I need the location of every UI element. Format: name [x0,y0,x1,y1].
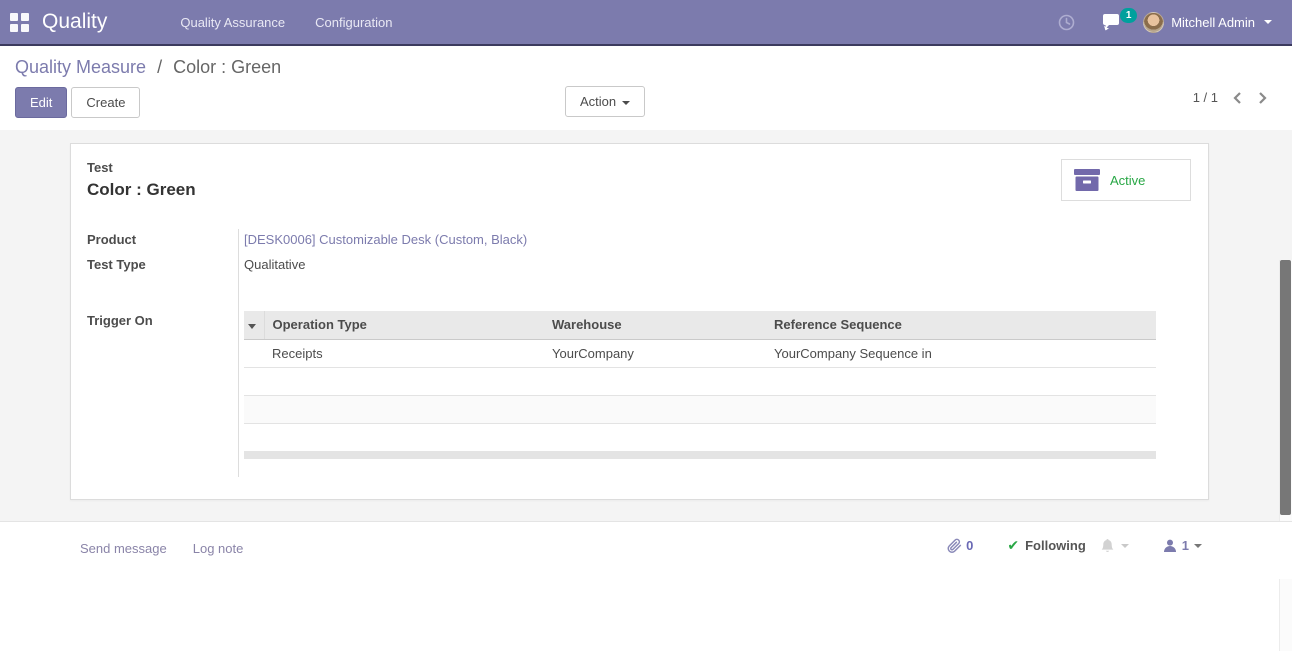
pager-next-button[interactable] [1257,91,1268,105]
product-link[interactable]: [DESK0006] Customizable Desk (Custom, Bl… [244,232,527,247]
apps-grid-icon [10,13,29,32]
chevron-down-icon [1194,544,1202,548]
active-stat-label: Active [1110,173,1145,188]
test-field-label: Test [87,160,113,175]
action-dropdown-button[interactable]: Action [565,86,645,117]
chatter: Send message Log note 0 ✔ Following [0,521,1292,579]
create-button[interactable]: Create [71,87,140,118]
product-field-label: Product [87,232,237,247]
product-field-value: [DESK0006] Customizable Desk (Custom, Bl… [244,232,527,247]
following-button[interactable]: ✔ Following [1007,537,1128,554]
empty-row [244,423,1156,451]
breadcrumb-parent-link[interactable]: Quality Measure [15,57,146,77]
messages-button[interactable]: 1 [1091,7,1131,37]
column-reference-sequence[interactable]: Reference Sequence [766,311,1156,339]
control-panel: Quality Measure / Color : Green Edit Cre… [0,46,1292,130]
vertical-scrollbar-thumb[interactable] [1280,260,1291,515]
group-separator-line [238,229,239,477]
form-sheet: Test Color : Green Active Product [DESK0… [70,143,1209,500]
followers-dropdown[interactable]: 1 [1163,538,1202,553]
pager: 1 / 1 [1193,90,1268,105]
chevron-down-icon [622,101,630,105]
chatter-tools: 0 ✔ Following 1 [947,537,1202,554]
breadcrumb-current: Color : Green [173,57,281,77]
user-name: Mitchell Admin [1171,15,1255,30]
messages-badge: 1 [1120,8,1137,23]
breadcrumb-separator: / [157,57,162,77]
caret-down-icon [248,324,256,329]
vertical-scrollbar-track[interactable] [1279,260,1292,651]
empty-row [244,395,1156,423]
trigger-on-list: Operation Type Warehouse Reference Seque… [244,311,1156,452]
app-brand[interactable]: Quality [42,10,107,34]
row-handle-cell [244,339,264,367]
cell-reference-sequence: YourCompany Sequence in [766,339,1156,367]
bell-icon [1100,538,1115,554]
chevron-left-icon [1232,91,1243,105]
follower-count: 1 [1182,538,1189,553]
paperclip-icon [947,538,962,554]
record-title: Color : Green [87,180,196,200]
avatar [1143,12,1164,33]
pager-value: 1 / 1 [1193,90,1218,105]
cell-operation-type: Receipts [264,339,544,367]
list-header-row: Operation Type Warehouse Reference Seque… [244,311,1156,339]
apps-menu-button[interactable] [0,0,38,44]
breadcrumb: Quality Measure / Color : Green [15,57,281,78]
action-menu: Action [565,86,645,117]
edit-button[interactable]: Edit [15,87,67,118]
form-view: Test Color : Green Active Product [DESK0… [0,130,1292,521]
chat-bubble-icon [1101,13,1121,31]
trigger-on-field-label: Trigger On [87,313,237,328]
navbar-right: 1 Mitchell Admin [1048,7,1292,37]
empty-row [244,367,1156,395]
pager-previous-button[interactable] [1232,91,1243,105]
activity-clock-button[interactable] [1048,8,1085,37]
menu-configuration[interactable]: Configuration [302,7,405,38]
log-note-button[interactable]: Log note [193,541,244,556]
active-stat-button[interactable]: Active [1061,159,1191,201]
list-toggle-button[interactable] [244,311,264,339]
clock-icon [1058,14,1075,31]
control-panel-buttons: Edit Create [15,87,140,118]
cell-warehouse: YourCompany [544,339,766,367]
test-type-field-label: Test Type [87,257,237,272]
menu-quality-assurance[interactable]: Quality Assurance [167,7,298,38]
column-warehouse[interactable]: Warehouse [544,311,766,339]
test-type-field-value: Qualitative [244,257,305,272]
action-label: Action [580,94,616,109]
user-menu[interactable]: Mitchell Admin [1137,8,1278,37]
table-footer-strip [244,451,1156,459]
chevron-down-icon [1264,20,1272,24]
archive-box-icon [1074,169,1100,191]
following-label: Following [1025,538,1086,553]
send-message-button[interactable]: Send message [80,541,167,556]
attachments-button[interactable]: 0 [947,538,973,554]
check-icon: ✔ [1007,537,1019,554]
subscription-dropdown[interactable] [1100,538,1129,554]
chatter-actions: Send message Log note [80,541,243,556]
column-operation-type[interactable]: Operation Type [264,311,544,339]
attachment-count: 0 [966,538,973,553]
navbar: Quality Quality Assurance Configuration … [0,0,1292,46]
top-menu: Quality Assurance Configuration [167,7,405,38]
chevron-down-icon [1121,544,1129,548]
table-row[interactable]: Receipts YourCompany YourCompany Sequenc… [244,339,1156,367]
follower-person-icon [1163,539,1177,553]
chevron-right-icon [1257,91,1268,105]
